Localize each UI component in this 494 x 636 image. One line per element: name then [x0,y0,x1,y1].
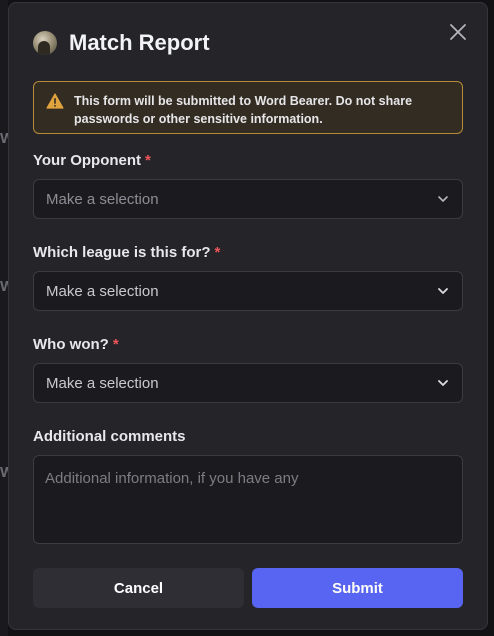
close-icon [450,24,466,40]
comments-textarea[interactable]: Additional information, if you have any [33,455,463,544]
avatar [33,31,57,55]
chevron-down-icon [438,288,448,294]
warning-target: Word Bearer [254,94,329,108]
required-mark: * [145,152,151,169]
chevron-down-icon [438,380,448,386]
field-label-league: Which league is this for? * [33,244,220,261]
chevron-down-icon [438,196,448,202]
select-placeholder: Make a selection [46,374,159,392]
field-label-comments: Additional comments [33,428,186,445]
required-mark: * [214,244,221,261]
match-report-modal: Match Report This form will be submitted… [8,2,488,630]
field-label-text: Your Opponent [33,152,142,169]
field-label-winner: Who won? * [33,336,119,353]
winner-select[interactable]: Make a selection [33,363,463,403]
field-label-text: Which league is this for? [33,244,211,261]
opponent-select[interactable]: Make a selection [33,179,463,219]
modal-header: Match Report [33,28,210,58]
close-button[interactable] [447,21,469,43]
warning-banner: This form will be submitted to Word Bear… [33,81,463,134]
field-label-opponent: Your Opponent * [33,152,151,169]
league-select[interactable]: Make a selection [33,271,463,311]
submit-button[interactable]: Submit [252,568,463,608]
background-app [0,0,8,636]
textarea-placeholder: Additional information, if you have any [45,470,299,487]
cancel-button[interactable]: Cancel [33,568,244,608]
select-placeholder: Make a selection [46,282,159,300]
modal-title: Match Report [69,30,210,55]
required-mark: * [112,336,119,353]
field-label-text: Who won? [33,336,109,353]
warning-text: This form will be submitted to Word Bear… [74,92,450,128]
warning-triangle-icon [46,93,64,109]
warning-prefix: This form will be submitted to [74,94,255,108]
select-placeholder: Make a selection [46,190,159,208]
